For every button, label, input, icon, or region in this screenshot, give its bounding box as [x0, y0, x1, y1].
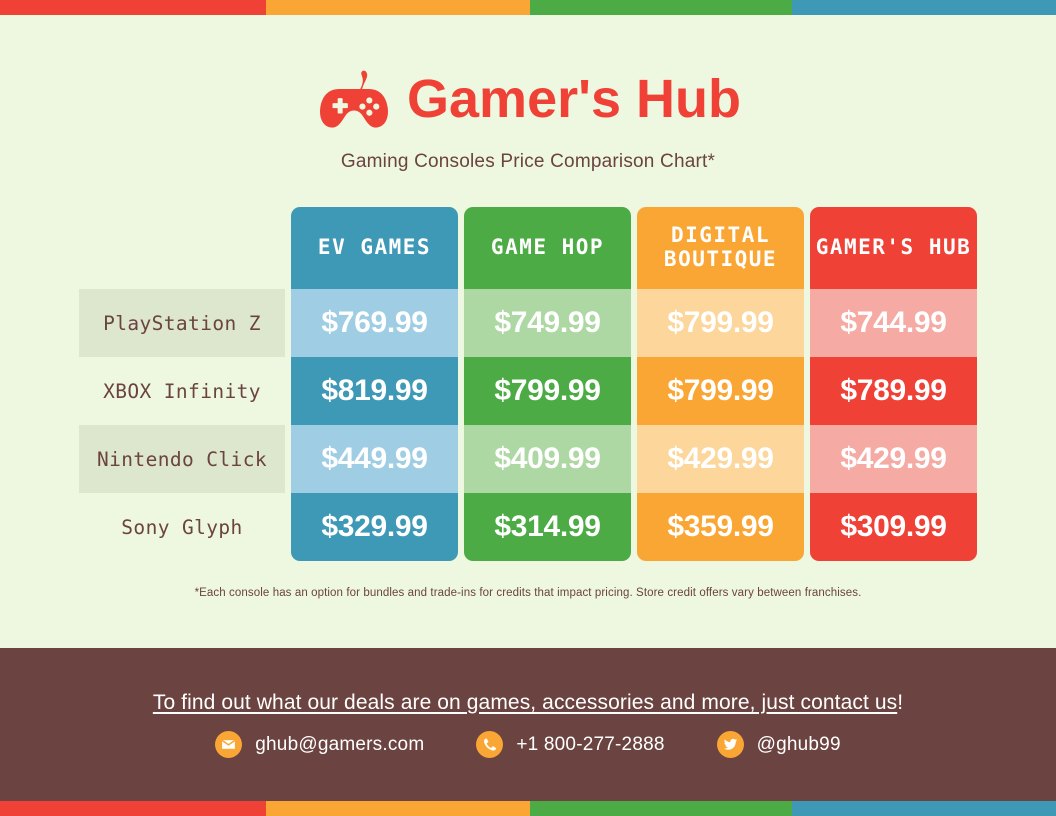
- row-label-sony-glyph: Sony Glyph: [79, 493, 285, 561]
- price-cell: $359.99: [637, 493, 804, 561]
- bottom-color-bar: [0, 801, 1056, 816]
- price-cell: $799.99: [464, 357, 631, 425]
- color-bar-segment-red: [0, 0, 267, 15]
- brand-header: Gamer's Hub: [0, 63, 1056, 135]
- main-content: Gamer's Hub Gaming Consoles Price Compar…: [0, 15, 1056, 663]
- table-header-row: EV GAMES GAME HOP DIGITAL BOUTIQUE GAMER…: [79, 207, 977, 289]
- price-cell: $329.99: [291, 493, 458, 561]
- contact-twitter-text[interactable]: @ghub99: [757, 734, 841, 756]
- price-comparison-table: EV GAMES GAME HOP DIGITAL BOUTIQUE GAMER…: [73, 207, 983, 561]
- table-footnote: *Each console has an option for bundles …: [194, 587, 862, 599]
- contact-phone-text[interactable]: +1 800-277-2888: [516, 734, 664, 756]
- table-corner-cell: [79, 207, 285, 289]
- price-cell: $309.99: [810, 493, 977, 561]
- footer-cta-tail: !: [897, 691, 904, 714]
- column-header-game-hop: GAME HOP: [464, 207, 631, 289]
- price-cell: $409.99: [464, 425, 631, 493]
- email-icon: [215, 731, 243, 758]
- price-cell: $744.99: [810, 289, 977, 357]
- table-row: PlayStation Z $769.99 $749.99 $799.99 $7…: [79, 289, 977, 357]
- phone-icon: [476, 731, 504, 758]
- row-label-nintendo-click: Nintendo Click: [79, 425, 285, 493]
- page-title: Gamer's Hub: [407, 69, 741, 129]
- row-label-playstation-z: PlayStation Z: [79, 289, 285, 357]
- price-cell: $314.99: [464, 493, 631, 561]
- contact-email-text[interactable]: ghub@gamers.com: [255, 734, 424, 756]
- contact-email[interactable]: ghub@gamers.com: [215, 731, 424, 758]
- contact-phone[interactable]: +1 800-277-2888: [476, 731, 664, 758]
- twitter-icon: [716, 731, 744, 758]
- color-bar-segment-red: [0, 801, 267, 816]
- table-row: Sony Glyph $329.99 $314.99 $359.99 $309.…: [79, 493, 977, 561]
- column-header-line2: BOUTIQUE: [663, 247, 778, 271]
- row-label-xbox-infinity: XBOX Infinity: [79, 357, 285, 425]
- price-cell: $769.99: [291, 289, 458, 357]
- contact-twitter[interactable]: @ghub99: [716, 731, 841, 758]
- price-cell: $789.99: [810, 357, 977, 425]
- column-header-ev-games: EV GAMES: [291, 207, 458, 289]
- price-cell: $429.99: [637, 425, 804, 493]
- footer-cta-link[interactable]: To find out what our deals are on games,…: [153, 691, 897, 714]
- column-header-gamers-hub: GAMER'S HUB: [810, 207, 977, 289]
- column-header-line1: DIGITAL: [670, 223, 770, 248]
- page-subtitle: Gaming Consoles Price Comparison Chart*: [340, 151, 716, 172]
- price-cell: $799.99: [637, 357, 804, 425]
- price-cell: $819.99: [291, 357, 458, 425]
- color-bar-segment-blue: [791, 0, 1056, 15]
- color-bar-segment-blue: [791, 801, 1056, 816]
- footer-cta[interactable]: To find out what our deals are on games,…: [153, 691, 903, 715]
- color-bar-segment-orange: [266, 0, 531, 15]
- game-controller-icon: [320, 70, 388, 128]
- table-row: Nintendo Click $449.99 $409.99 $429.99 $…: [79, 425, 977, 493]
- footer: To find out what our deals are on games,…: [0, 648, 1056, 801]
- price-cell: $429.99: [810, 425, 977, 493]
- price-cell: $799.99: [637, 289, 804, 357]
- color-bar-segment-orange: [266, 801, 531, 816]
- color-bar-segment-green: [530, 0, 792, 15]
- top-color-bar: [0, 0, 1056, 15]
- column-header-digital-boutique: DIGITAL BOUTIQUE: [637, 207, 804, 289]
- price-cell: $749.99: [464, 289, 631, 357]
- table-row: XBOX Infinity $819.99 $799.99 $799.99 $7…: [79, 357, 977, 425]
- color-bar-segment-green: [530, 801, 792, 816]
- price-cell: $449.99: [291, 425, 458, 493]
- contact-row: ghub@gamers.com +1 800-277-2888 @ghub99: [215, 731, 841, 758]
